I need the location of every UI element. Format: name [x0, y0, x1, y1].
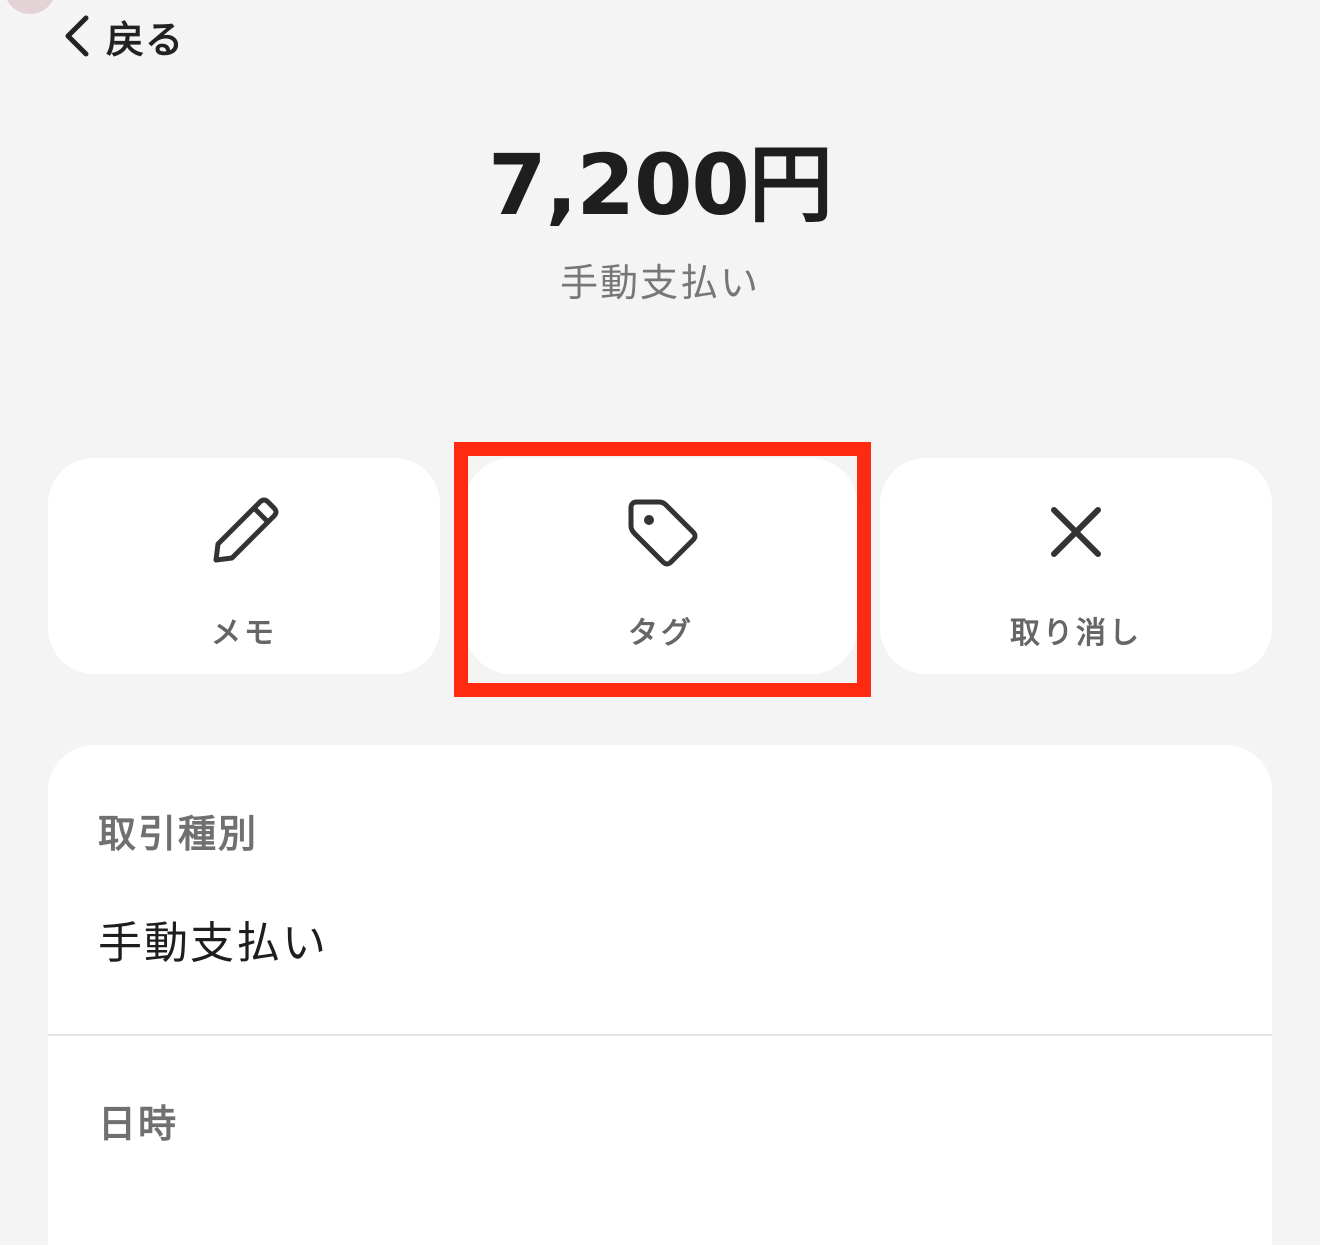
- tag-icon: [619, 490, 703, 574]
- profile-avatar-partial: [4, 0, 56, 14]
- memo-label: メモ: [211, 616, 277, 651]
- transaction-amount: 7,200円: [488, 136, 833, 234]
- back-button[interactable]: 戻る: [62, 8, 184, 64]
- transaction-type-value: 手動支払い: [98, 918, 328, 969]
- close-icon: [1034, 490, 1118, 574]
- memo-button[interactable]: メモ: [48, 458, 440, 674]
- details-card: 取引種別 手動支払い 日時: [48, 745, 1272, 1245]
- back-label: 戻る: [106, 17, 185, 62]
- tag-button[interactable]: タグ: [465, 458, 857, 674]
- cancel-transaction-button[interactable]: 取り消し: [880, 458, 1272, 674]
- transaction-type-title: 取引種別: [98, 812, 259, 856]
- tag-label: タグ: [628, 616, 694, 651]
- datetime-title: 日時: [98, 1102, 179, 1146]
- transaction-type-subtitle: 手動支払い: [559, 261, 760, 305]
- pencil-icon: [202, 490, 286, 574]
- divider: [48, 1034, 1272, 1036]
- chevron-left-icon: [62, 14, 92, 58]
- cancel-label: 取り消し: [1010, 616, 1142, 651]
